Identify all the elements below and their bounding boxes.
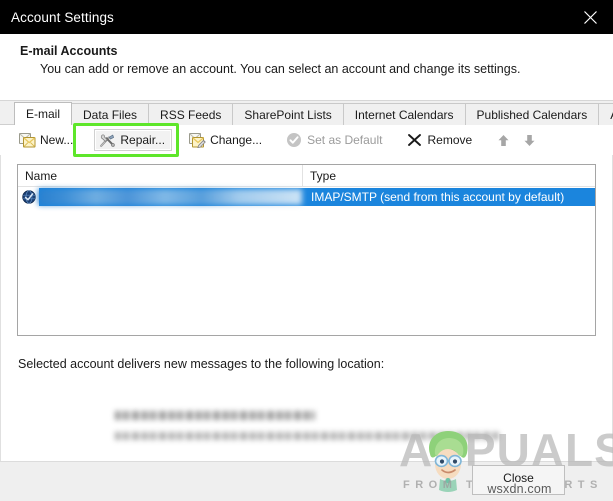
tab-email[interactable]: E-mail [14, 102, 73, 126]
account-type-label: IMAP/SMTP (send from this account by def… [311, 190, 565, 204]
tab-internet-calendars[interactable]: Internet Calendars [342, 103, 466, 125]
column-header-name[interactable]: Name [18, 165, 303, 186]
tab-rss-feeds[interactable]: RSS Feeds [148, 103, 234, 125]
repair-button-wrapper: Repair... [73, 123, 180, 157]
remove-account-button[interactable]: Remove [401, 129, 479, 151]
set-as-default-label: Set as Default [307, 133, 383, 147]
tab-label: E-mail [26, 107, 61, 121]
move-up-button[interactable] [493, 130, 513, 150]
tab-published-calendars[interactable]: Published Calendars [464, 103, 600, 125]
delivery-path-line-1-redacted [115, 411, 315, 420]
account-type-cell: IMAP/SMTP (send from this account by def… [302, 188, 595, 206]
new-account-label: New... [40, 133, 74, 147]
account-toolbar: New... Repair... Change... Set as Defaul… [0, 123, 613, 157]
tab-label: SharePoint Lists [244, 107, 332, 122]
tab-label: Data Files [83, 107, 138, 122]
column-header-type[interactable]: Type [303, 165, 595, 186]
account-list-header: Name Type [18, 165, 595, 187]
account-name-redacted [38, 189, 302, 205]
move-down-button[interactable] [519, 130, 539, 150]
close-x-icon [583, 10, 598, 25]
close-button[interactable]: Close [472, 465, 565, 495]
tab-list: E-mail Data Files RSS Feeds SharePoint L… [14, 102, 613, 126]
repair-account-button[interactable]: Repair... [94, 129, 173, 151]
remove-account-label: Remove [427, 133, 473, 147]
page-description: You can add or remove an account. You ca… [40, 62, 521, 76]
title-bar: Account Settings [0, 0, 613, 34]
tab-label: Internet Calendars [354, 107, 454, 122]
header-area: E-mail Accounts You can add or remove an… [0, 34, 613, 100]
account-globe-icon [18, 188, 38, 206]
account-settings-dialog: Account Settings E-mail Accounts You can… [0, 0, 613, 501]
tab-address-books[interactable]: Address Books [598, 103, 613, 125]
repair-account-label: Repair... [120, 133, 166, 147]
tab-sharepoint-lists[interactable]: SharePoint Lists [232, 103, 344, 125]
tab-label: RSS Feeds [160, 107, 222, 122]
arrow-down-icon [523, 134, 536, 147]
tab-data-files[interactable]: Data Files [71, 103, 150, 125]
change-account-label: Change... [210, 133, 263, 147]
repair-tools-icon [98, 132, 116, 148]
check-circle-icon [285, 132, 303, 148]
set-as-default-button[interactable]: Set as Default [281, 129, 389, 151]
tab-label: Published Calendars [476, 107, 588, 122]
new-mail-icon [18, 132, 36, 148]
arrow-up-icon [497, 134, 510, 147]
table-row[interactable]: IMAP/SMTP (send from this account by def… [18, 188, 595, 206]
page-title: E-mail Accounts [20, 44, 118, 58]
window-title: Account Settings [11, 9, 114, 25]
new-account-button[interactable]: New... [14, 129, 80, 151]
dialog-body: E-mail Accounts You can add or remove an… [0, 34, 613, 501]
delivery-location-label: Selected account delivers new messages t… [18, 357, 385, 371]
delivery-path-line-2-redacted [115, 432, 500, 440]
change-account-button[interactable]: Change... [184, 129, 269, 151]
account-list[interactable]: Name Type IMAP/SMTP (send from this acco… [17, 164, 596, 336]
change-mail-icon [188, 132, 206, 148]
remove-x-icon [405, 132, 423, 148]
close-window-button[interactable] [567, 0, 613, 34]
